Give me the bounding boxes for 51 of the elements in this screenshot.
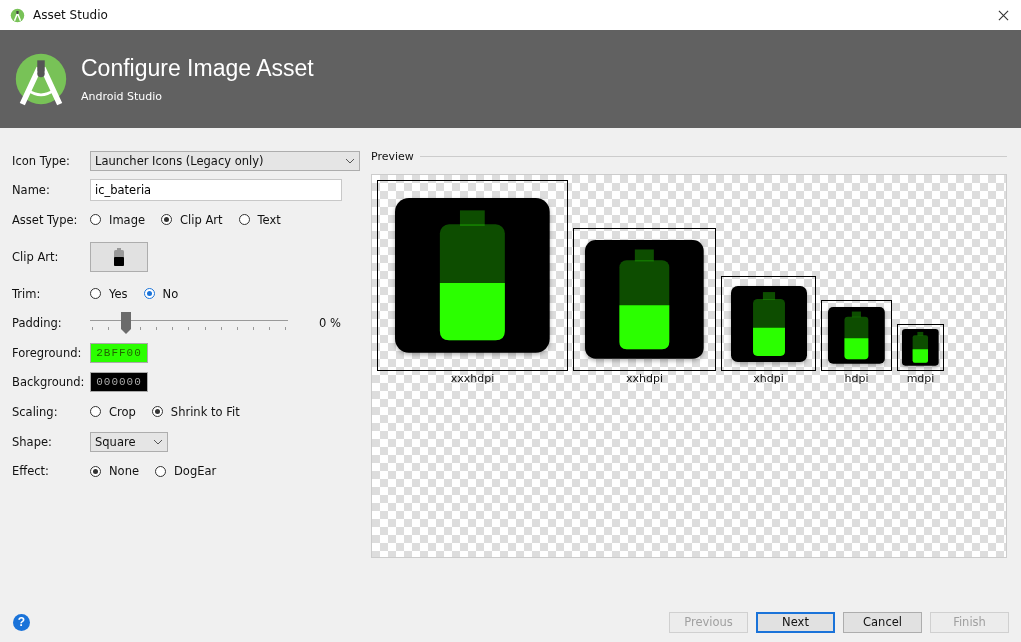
android-studio-icon [10,7,25,23]
icon-type-dropdown[interactable]: Launcher Icons (Legacy only) [90,150,360,171]
shape-dropdown[interactable]: Square [90,431,168,452]
field-label: Clip Art: [12,249,60,264]
field-label: Name: [12,183,51,198]
color-swatch-field[interactable]: 000000 [90,372,148,393]
radio-option[interactable]: No [143,286,179,301]
density-label: hdpi [844,372,869,385]
radio-option[interactable]: Clip Art [161,213,223,227]
radio-option[interactable]: Crop [90,404,136,419]
header-title: Configure Image Asset [81,55,314,82]
field-label: Scaling: [12,404,59,419]
radio-option[interactable]: Yes [90,286,128,301]
field-label: Foreground: [12,345,83,360]
close-icon[interactable] [998,9,1009,21]
field-label: Effect: [12,464,50,479]
density-label: xxhdpi [626,372,663,385]
chevron-down-icon [345,157,355,164]
color-swatch-field[interactable]: 2BFF00 [90,342,148,363]
chevron-down-icon [153,438,163,445]
density-label: xxxhdpi [450,372,495,385]
battery-icon [114,247,124,266]
radio-option[interactable]: Shrink to Fit [151,404,240,419]
battery-icon [828,307,885,364]
padding-slider[interactable] [90,312,288,335]
name-input-field[interactable]: ic_bateria [90,179,342,202]
radio-option[interactable]: Text [238,213,281,227]
clip-art-button[interactable] [90,241,148,272]
android-studio-logo-icon [13,51,69,107]
preview-title: Preview [371,149,414,163]
field-label: Icon Type: [12,153,71,168]
help-button[interactable]: ? [13,613,30,631]
slider-thumb[interactable] [120,312,131,335]
density-label: xhdpi [753,372,784,385]
field-label: Asset Type: [12,213,79,227]
radio-option[interactable]: None [90,464,139,479]
radio-option[interactable]: Image [90,213,146,227]
padding-reading: 0 % [319,316,341,331]
header-subtitle: Android Studio [81,90,164,103]
field-label: Trim: [12,286,42,301]
window-title: Asset Studio [33,8,108,22]
battery-icon [730,285,807,362]
field-label: Padding: [12,316,63,331]
wizard-button[interactable]: Next [756,611,835,633]
radio-option[interactable]: DogEar [155,464,217,479]
battery-icon [395,198,550,353]
field-label: Shape: [12,434,53,449]
density-label: mdpi [906,372,935,385]
battery-icon [585,240,704,359]
wizard-button[interactable]: Cancel [843,611,922,633]
field-label: Background: [12,375,86,390]
